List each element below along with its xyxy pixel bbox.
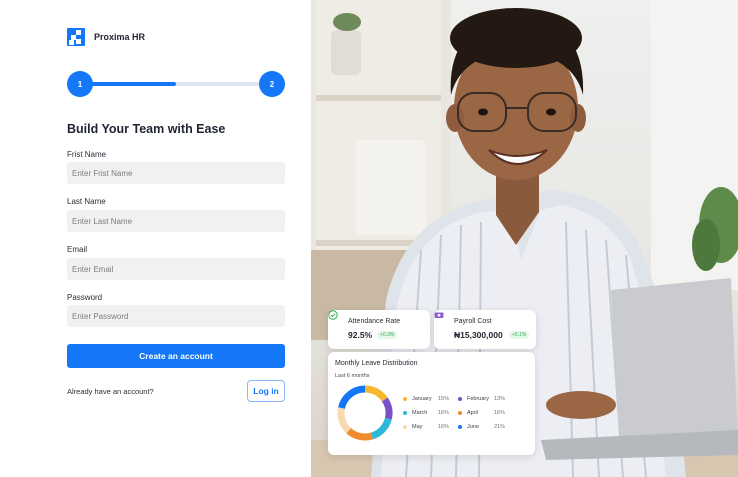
legend-item: February <box>458 396 489 402</box>
legend-pct: 21% <box>494 424 506 430</box>
stepper-fill <box>80 82 176 86</box>
password-label: Password <box>67 293 103 302</box>
legend-pct: 13% <box>494 396 506 402</box>
legend-dot <box>458 425 462 429</box>
login-button[interactable]: Log in <box>247 380 285 402</box>
donut-slice-june <box>338 385 366 409</box>
donut-slice-may <box>337 407 352 434</box>
step-1: 1 <box>67 71 93 97</box>
create-account-button[interactable]: Create an account <box>67 344 285 368</box>
legend-label: June <box>467 424 479 430</box>
step-2: 2 <box>259 71 285 97</box>
legend-item: June <box>458 424 479 430</box>
donut-slice-march <box>370 417 392 440</box>
have-account-text: Already have an account? <box>67 387 154 396</box>
legend-pct: 16% <box>438 410 450 416</box>
password-field[interactable] <box>67 305 285 327</box>
email-field[interactable] <box>67 258 285 280</box>
legend-pct: 16% <box>438 424 450 430</box>
page-title: Build Your Team with Ease <box>67 122 226 136</box>
payroll-value: ₦15,300,000 <box>454 330 503 340</box>
legend-dot <box>403 411 407 415</box>
leave-subtitle: Last 6 months <box>335 373 370 379</box>
check-circle-icon <box>328 310 338 320</box>
legend-item: March <box>403 410 427 416</box>
brand-name: Proxima HR <box>94 32 146 42</box>
legend-label: February <box>467 396 490 402</box>
donut-slice-april <box>346 427 373 441</box>
stepper-track <box>80 82 272 86</box>
signup-panel: Proxima HR 1 2 Build Your Team with Ease… <box>0 0 311 477</box>
legend-label: April <box>467 410 479 416</box>
last-name-field[interactable] <box>67 210 285 232</box>
first-name-field[interactable] <box>67 162 285 184</box>
legend-pct: 16% <box>494 410 506 416</box>
logo-icon <box>67 28 85 46</box>
legend-item: April <box>458 410 478 416</box>
progress-stepper: 1 2 <box>67 71 285 97</box>
leave-distribution-card: Monthly Leave Distribution Last 6 months… <box>328 352 535 455</box>
legend-dot <box>458 411 462 415</box>
legend-label: January <box>412 396 432 402</box>
money-icon <box>434 312 444 318</box>
legend-pct: 15% <box>438 396 450 402</box>
attendance-card: Attendance Rate 92.5% +0.3% <box>328 310 430 349</box>
payroll-card: Payroll Cost ₦15,300,000 +5.1% <box>434 310 536 349</box>
legend-label: May <box>412 424 423 430</box>
legend-label: March <box>412 410 428 416</box>
last-name-label: Last Name <box>67 197 106 206</box>
legend-item: May <box>403 424 422 430</box>
brand: Proxima HR <box>67 28 145 46</box>
email-label: Email <box>67 245 88 254</box>
donut-slice-january <box>364 385 388 402</box>
hero-photo: Attendance Rate 92.5% +0.3% Payroll Cost… <box>311 0 738 477</box>
legend-item: January <box>403 396 432 402</box>
payroll-title: Payroll Cost <box>454 318 492 325</box>
leave-title: Monthly Leave Distribution <box>335 360 418 367</box>
payroll-change-badge: +5.1% <box>509 331 530 339</box>
first-name-label: Frist Name <box>67 150 107 159</box>
legend-dot <box>403 425 407 429</box>
leave-donut-chart <box>337 385 393 441</box>
attendance-value: 92.5% <box>348 330 373 340</box>
legend-dot <box>458 397 462 401</box>
donut-slice-february <box>381 397 393 420</box>
attendance-title: Attendance Rate <box>348 318 401 325</box>
legend-dot <box>403 397 407 401</box>
attendance-change-badge: +0.3% <box>377 331 398 339</box>
